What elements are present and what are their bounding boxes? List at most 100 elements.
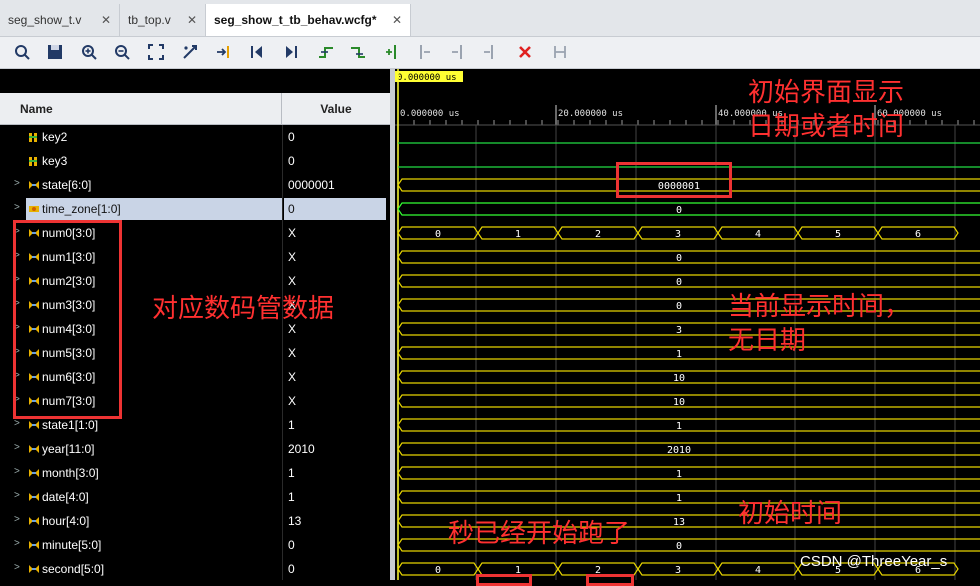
bus-signal-icon xyxy=(28,467,40,482)
swap-cursor-icon[interactable] xyxy=(180,42,200,62)
signal-row[interactable]: > minute[5:0] 0 xyxy=(0,533,390,557)
ruler-label: 20.000000 us xyxy=(558,109,623,119)
signal-value: 0 xyxy=(288,202,295,216)
bus-value-label: 3 xyxy=(675,565,681,576)
expand-chevron-icon[interactable]: > xyxy=(14,442,20,453)
signal-name: minute[5:0] xyxy=(42,538,102,552)
signal-value: 0 xyxy=(288,154,295,168)
annotation-initial-time: 初始时间 xyxy=(738,499,843,529)
signal-name: date[4:0] xyxy=(42,490,89,504)
delete-marker-icon[interactable] xyxy=(480,42,500,62)
bus-value-label: 6 xyxy=(915,229,921,240)
go-to-end-icon[interactable] xyxy=(281,42,301,62)
go-to-cursor-icon[interactable] xyxy=(214,42,234,62)
bus-value-label: 0 xyxy=(676,205,682,216)
next-transition-icon[interactable] xyxy=(348,42,368,62)
tab-label: seg_show_t_tb_behav.wcfg* xyxy=(214,13,377,27)
ruler-label: 0.000000 us xyxy=(400,109,460,119)
expand-chevron-icon[interactable]: > xyxy=(14,562,20,573)
value-column-header[interactable]: Value xyxy=(282,93,390,125)
expand-chevron-icon[interactable]: > xyxy=(14,538,20,549)
signal-value: 2010 xyxy=(288,442,315,456)
signal-value: X xyxy=(288,226,297,240)
signal-row[interactable]: > hour[4:0] 13 xyxy=(0,509,390,533)
go-to-start-icon[interactable] xyxy=(247,42,267,62)
bus-value-label: 1 xyxy=(515,229,521,240)
signal-value: 1 xyxy=(288,466,295,480)
tab-seg-show-t-v[interactable]: seg_show_t.v ✕ xyxy=(0,4,120,36)
bus-signal-icon xyxy=(28,179,40,194)
watermark: CSDN @ThreeYear_s xyxy=(800,553,948,570)
bus-waveform xyxy=(397,418,980,432)
tab-bar: seg_show_t.v ✕ tb_top.v ✕ seg_show_t_tb_… xyxy=(0,0,980,37)
annotation-current-time: 当前显示时间， 无日期 xyxy=(728,290,910,358)
signal-value: X xyxy=(288,250,297,264)
expand-chevron-icon[interactable]: > xyxy=(14,490,20,501)
next-marker-icon[interactable] xyxy=(447,42,467,62)
bus-value-label: 2010 xyxy=(667,445,691,456)
zoom-fit-icon[interactable] xyxy=(146,42,166,62)
bit-signal-icon xyxy=(28,131,40,146)
name-column-header[interactable]: Name xyxy=(0,93,282,125)
bus-value-label: 1 xyxy=(676,421,682,432)
signal-row[interactable]: > month[3:0] 1 xyxy=(0,461,390,485)
tab-tb-top-v[interactable]: tb_top.v ✕ xyxy=(120,4,206,36)
close-icon[interactable]: ✕ xyxy=(187,13,197,27)
annotation-initial-display: 初始界面显示 日期或者时间 xyxy=(748,76,904,144)
signal-row[interactable]: key2 0 xyxy=(0,125,390,149)
bus-waveform xyxy=(397,394,980,408)
bus-value-label: 1 xyxy=(676,493,682,504)
previous-transition-icon[interactable] xyxy=(316,42,336,62)
bus-value-label: 5 xyxy=(835,229,841,240)
close-icon[interactable]: ✕ xyxy=(392,13,402,27)
annotation-line: 无日期 xyxy=(728,326,807,356)
expand-chevron-icon[interactable]: > xyxy=(14,202,20,213)
signal-value: 0000001 xyxy=(288,178,335,192)
annotation-line: 日期或者时间 xyxy=(748,112,905,142)
signal-list-top xyxy=(0,69,390,93)
bus-value-label: 1 xyxy=(676,349,682,360)
bus-value-label: 10 xyxy=(673,397,685,408)
snap-icon[interactable] xyxy=(550,42,570,62)
signal-value: X xyxy=(288,346,297,360)
signal-row[interactable]: key3 0 xyxy=(0,149,390,173)
signal-value: 0 xyxy=(288,538,295,552)
num-signals-highlight xyxy=(13,220,122,419)
close-icon[interactable]: ✕ xyxy=(101,13,111,27)
expand-chevron-icon[interactable]: > xyxy=(14,514,20,525)
bus-value-label: 0 xyxy=(676,301,682,312)
bus-value-label: 3 xyxy=(676,325,682,336)
signal-row[interactable]: > state[6:0] 0000001 xyxy=(0,173,390,197)
bus-value-label: 0 xyxy=(676,541,682,552)
save-icon[interactable] xyxy=(45,42,65,62)
delete-icon[interactable] xyxy=(515,42,535,62)
tab-label: tb_top.v xyxy=(128,13,171,27)
signal-row[interactable]: > date[4:0] 1 xyxy=(0,485,390,509)
signal-row[interactable]: > year[11:0] 2010 xyxy=(0,437,390,461)
signal-name: month[3:0] xyxy=(42,466,99,480)
expand-chevron-icon[interactable]: > xyxy=(14,418,20,429)
signal-name: state1[1:0] xyxy=(42,418,99,432)
bus-waveform xyxy=(397,490,980,504)
signal-value: 1 xyxy=(288,490,295,504)
tab-wcfg[interactable]: seg_show_t_tb_behav.wcfg* ✕ xyxy=(206,4,411,36)
zoom-out-icon[interactable] xyxy=(112,42,132,62)
previous-marker-icon[interactable] xyxy=(415,42,435,62)
signal-name: second[5:0] xyxy=(42,562,105,576)
signal-row[interactable]: > second[5:0] 0 xyxy=(0,557,390,581)
second-highlight-b xyxy=(586,574,634,586)
signal-name: year[11:0] xyxy=(42,442,95,456)
bus-value-label: 0 xyxy=(435,565,441,576)
expand-chevron-icon[interactable]: > xyxy=(14,178,20,189)
search-icon[interactable] xyxy=(12,42,32,62)
signal-name: state[6:0] xyxy=(42,178,92,192)
expand-chevron-icon[interactable]: > xyxy=(14,466,20,477)
bus-waveform xyxy=(397,274,980,288)
zoom-in-icon[interactable] xyxy=(79,42,99,62)
add-marker-icon[interactable] xyxy=(382,42,402,62)
bus-value-label: 1 xyxy=(676,469,682,480)
bus-value-label: 4 xyxy=(755,229,761,240)
signal-value: X xyxy=(288,370,297,384)
signal-row[interactable]: > time_zone[1:0] 0 xyxy=(0,197,390,221)
signal-name: time_zone[1:0] xyxy=(42,202,121,216)
